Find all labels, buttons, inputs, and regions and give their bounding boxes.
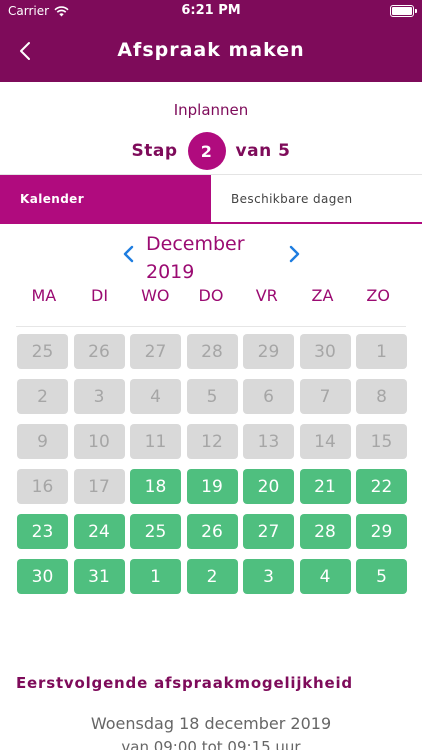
calendar-day-available[interactable]: 3 [243,559,294,594]
calendar-day-unavailable: 11 [130,424,181,459]
calendar-day-available[interactable]: 26 [186,514,238,549]
next-appointment-heading: Eerstvolgende afspraakmogelijkheid [16,674,353,692]
calendar-day-unavailable: 3 [73,379,125,414]
calendar-day-unavailable: 2 [17,379,68,414]
calendar-day-unavailable: 28 [186,334,238,369]
calendar-day-unavailable: 29 [243,334,294,369]
next-month-button[interactable] [285,244,303,264]
year-label: 2019 [146,261,195,283]
weekday-label: ZA [311,286,334,305]
calendar-day-available[interactable]: 30 [17,559,68,594]
calendar-day-unavailable: 15 [356,424,407,459]
divider [16,326,406,327]
calendar-day-unavailable: 14 [299,424,351,459]
month-label: December [146,233,245,255]
calendar-day-available[interactable]: 21 [299,469,351,504]
weekday-label: WO [141,286,170,305]
weekday-label: DO [198,286,224,305]
calendar-day-unavailable: 10 [73,424,125,459]
battery-icon [390,5,417,17]
calendar-day-available[interactable]: 22 [356,469,407,504]
calendar-day-unavailable: 30 [299,334,351,369]
calendar-day-available[interactable]: 27 [243,514,294,549]
previous-month-button[interactable] [120,244,138,264]
calendar-day-available[interactable]: 5 [356,559,407,594]
status-bar: Carrier 6:21 PM [0,0,422,22]
tab-kalender[interactable]: Kalender [0,175,211,222]
weekday-header: MA DI WO DO VR ZA ZO [16,286,406,305]
calendar-day-available[interactable]: 29 [356,514,407,549]
calendar-day-available[interactable]: 2 [186,559,238,594]
calendar-day-available[interactable]: 31 [73,559,125,594]
calendar-day-unavailable: 1 [356,334,407,369]
step-section-label: Inplannen [173,101,249,119]
calendar-day-available[interactable]: 23 [17,514,68,549]
navigation-bar: Afspraak maken [0,22,422,82]
step-row: Stap 2 van 5 [0,132,422,170]
step-indicator: Inplannen Stap 2 van 5 [0,82,422,174]
month-navigator: December 2019 [0,226,422,284]
calendar-day-unavailable: 7 [299,379,351,414]
current-step-badge: 2 [187,132,226,170]
calendar-day-unavailable: 13 [243,424,294,459]
calendar-day-available[interactable]: 25 [130,514,181,549]
tab-bar: Kalender Beschikbare dagen [0,174,422,224]
page-title: Afspraak maken [117,39,305,61]
weekday-label: DI [91,286,109,305]
calendar-day-available[interactable]: 28 [299,514,351,549]
calendar-day-unavailable: 26 [73,334,125,369]
month-year-label: December 2019 [146,230,276,286]
calendar-day-available[interactable]: 18 [130,469,181,504]
calendar-day-unavailable: 12 [186,424,238,459]
calendar-day-available[interactable]: 19 [186,469,238,504]
calendar-day-available[interactable]: 1 [130,559,181,594]
calendar-day-unavailable: 27 [130,334,181,369]
calendar-grid: 25 26 27 28 29 30 1 2 3 4 5 6 7 8 9 10 11 12 13 14 15 16 17 18 1… [17,334,407,594]
calendar-day-unavailable: 5 [186,379,238,414]
calendar-day-unavailable: 25 [17,334,68,369]
calendar-day-unavailable: 4 [130,379,181,414]
calendar-day-unavailable: 6 [243,379,294,414]
weekday-label: VR [255,286,278,305]
next-appointment-date[interactable]: Woensdag 18 december 2019 [0,714,422,733]
next-appointment-time[interactable]: van 09:00 tot 09:15 uur [0,738,422,750]
calendar-day-unavailable: 16 [17,469,68,504]
calendar-day-available[interactable]: 20 [243,469,294,504]
tab-beschikbare-dagen[interactable]: Beschikbare dagen [211,175,422,222]
step-prefix: Stap [131,141,178,161]
status-time: 6:21 PM [181,3,241,18]
calendar-day-unavailable: 17 [73,469,125,504]
step-suffix: van 5 [235,141,291,161]
calendar-day-unavailable: 8 [356,379,407,414]
calendar-day-available[interactable]: 24 [73,514,125,549]
calendar-day-unavailable: 9 [17,424,68,459]
weekday-label: ZO [366,286,390,305]
calendar-day-available[interactable]: 4 [299,559,351,594]
weekday-label: MA [31,286,57,305]
